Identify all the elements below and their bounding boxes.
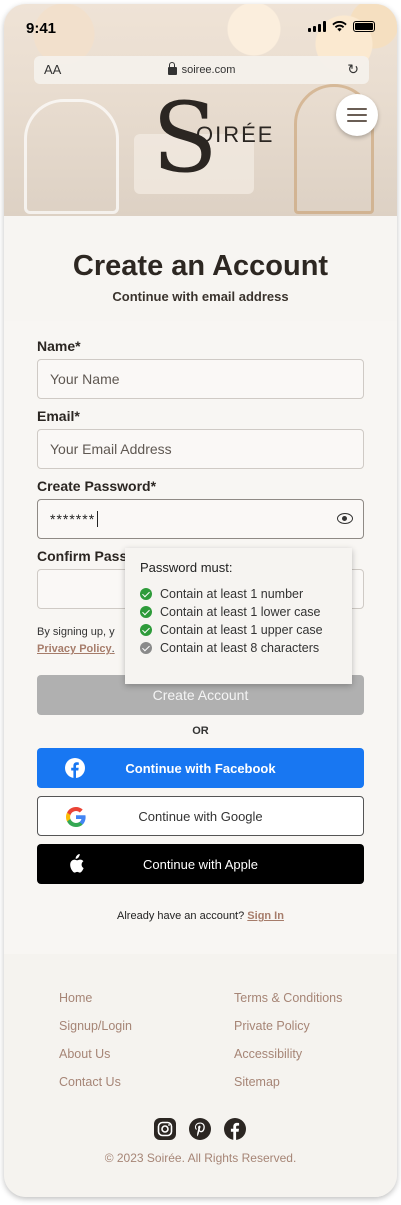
password-rule: Contain at least 1 number xyxy=(140,585,337,603)
privacy-policy-link[interactable]: Privacy Policy. xyxy=(37,643,115,655)
signin-prompt: Already have an account? Sign In xyxy=(4,910,397,922)
battery-icon xyxy=(353,21,375,32)
email-field[interactable]: Your Email Address xyxy=(37,429,364,469)
cellular-signal-icon xyxy=(308,21,326,32)
footer-link-sitemap[interactable]: Sitemap xyxy=(234,1075,280,1089)
status-icons xyxy=(308,21,375,32)
facebook-footer-icon[interactable] xyxy=(224,1118,246,1140)
terms-text: By signing up, y xyxy=(37,626,115,638)
wifi-icon xyxy=(332,21,347,32)
facebook-button-label: Continue with Facebook xyxy=(125,760,276,776)
continue-with-apple-button[interactable]: Continue with Apple xyxy=(37,844,364,884)
name-field[interactable]: Your Name xyxy=(37,359,364,399)
password-rule: Contain at least 1 lower case xyxy=(140,603,337,621)
footer-link-home[interactable]: Home xyxy=(59,991,92,1005)
sign-in-link[interactable]: Sign In xyxy=(247,910,284,922)
password-rule: Contain at least 8 characters xyxy=(140,639,337,657)
continue-with-google-button[interactable]: Continue with Google xyxy=(37,796,364,836)
soiree-logo[interactable]: S OIRÉE xyxy=(152,90,275,200)
reload-icon[interactable]: ↻ xyxy=(347,61,359,78)
footer-link-about-us[interactable]: About Us xyxy=(59,1047,110,1061)
page-subtitle: Continue with email address xyxy=(112,289,289,304)
show-password-eye-icon[interactable] xyxy=(337,513,353,524)
footer-link-terms[interactable]: Terms & Conditions xyxy=(234,991,342,1005)
password-requirements-popover: Password must: Contain at least 1 number… xyxy=(125,548,352,684)
password-field[interactable]: ******* xyxy=(37,499,364,539)
name-placeholder: Your Name xyxy=(50,371,120,387)
rule-text: Contain at least 8 characters xyxy=(160,641,320,655)
signin-prompt-text: Already have an account? xyxy=(117,910,248,922)
phone-frame: 9:41 AA soiree.com ↻ S OIRÉE Create an A… xyxy=(4,4,397,1197)
facebook-icon xyxy=(65,758,85,778)
password-rule: Contain at least 1 upper case xyxy=(140,621,337,639)
footer-link-private-policy[interactable]: Private Policy xyxy=(234,1019,310,1033)
password-value: ******* xyxy=(50,511,96,527)
privacy-policy-link-text[interactable]: Privacy Policy xyxy=(37,643,112,655)
email-label: Email* xyxy=(37,408,80,424)
status-time: 9:41 xyxy=(26,20,57,37)
copyright-text: © 2023 Soirée. All Rights Reserved. xyxy=(104,1151,297,1165)
rule-text: Contain at least 1 lower case xyxy=(160,605,321,619)
lock-icon xyxy=(167,62,177,75)
text-caret xyxy=(97,511,99,527)
browser-address-bar[interactable]: AA soiree.com ↻ xyxy=(34,56,369,84)
popover-title: Password must: xyxy=(140,560,233,575)
footer-link-contact-us[interactable]: Contact Us xyxy=(59,1075,121,1089)
email-placeholder: Your Email Address xyxy=(50,441,172,457)
check-circle-icon xyxy=(140,624,152,636)
or-divider: OR xyxy=(192,725,209,737)
check-circle-icon xyxy=(140,588,152,600)
apple-icon xyxy=(70,854,84,873)
rule-text: Contain at least 1 upper case xyxy=(160,623,323,637)
hamburger-menu-button[interactable] xyxy=(336,94,378,136)
check-circle-icon xyxy=(140,642,152,654)
apple-button-label: Continue with Apple xyxy=(143,856,258,872)
text-size-button[interactable]: AA xyxy=(44,62,61,77)
pinterest-icon[interactable] xyxy=(189,1118,211,1140)
google-icon xyxy=(66,807,86,827)
footer: Home Signup/Login About Us Contact Us Te… xyxy=(4,954,397,1197)
url-text: soiree.com xyxy=(181,64,236,76)
menu-icon xyxy=(347,108,367,110)
footer-link-accessibility[interactable]: Accessibility xyxy=(234,1047,302,1061)
continue-with-facebook-button[interactable]: Continue with Facebook xyxy=(37,748,364,788)
hero-chair-decor xyxy=(24,99,119,214)
logo-wordmark: OIRÉE xyxy=(196,122,275,147)
instagram-icon[interactable] xyxy=(154,1118,176,1140)
footer-link-signup-login[interactable]: Signup/Login xyxy=(59,1019,132,1033)
page-title: Create an Account xyxy=(72,250,329,282)
password-label: Create Password* xyxy=(37,478,157,494)
google-button-label: Continue with Google xyxy=(138,808,263,824)
terms-period: . xyxy=(111,643,115,655)
check-circle-icon xyxy=(140,606,152,618)
rule-text: Contain at least 1 number xyxy=(160,587,304,601)
name-label: Name* xyxy=(37,338,81,354)
hero-banner: 9:41 AA soiree.com ↻ S OIRÉE xyxy=(4,4,397,216)
confirm-password-label: Confirm Pass xyxy=(37,548,128,564)
footer-social-links xyxy=(154,1118,246,1140)
status-bar: 9:41 xyxy=(4,4,397,50)
